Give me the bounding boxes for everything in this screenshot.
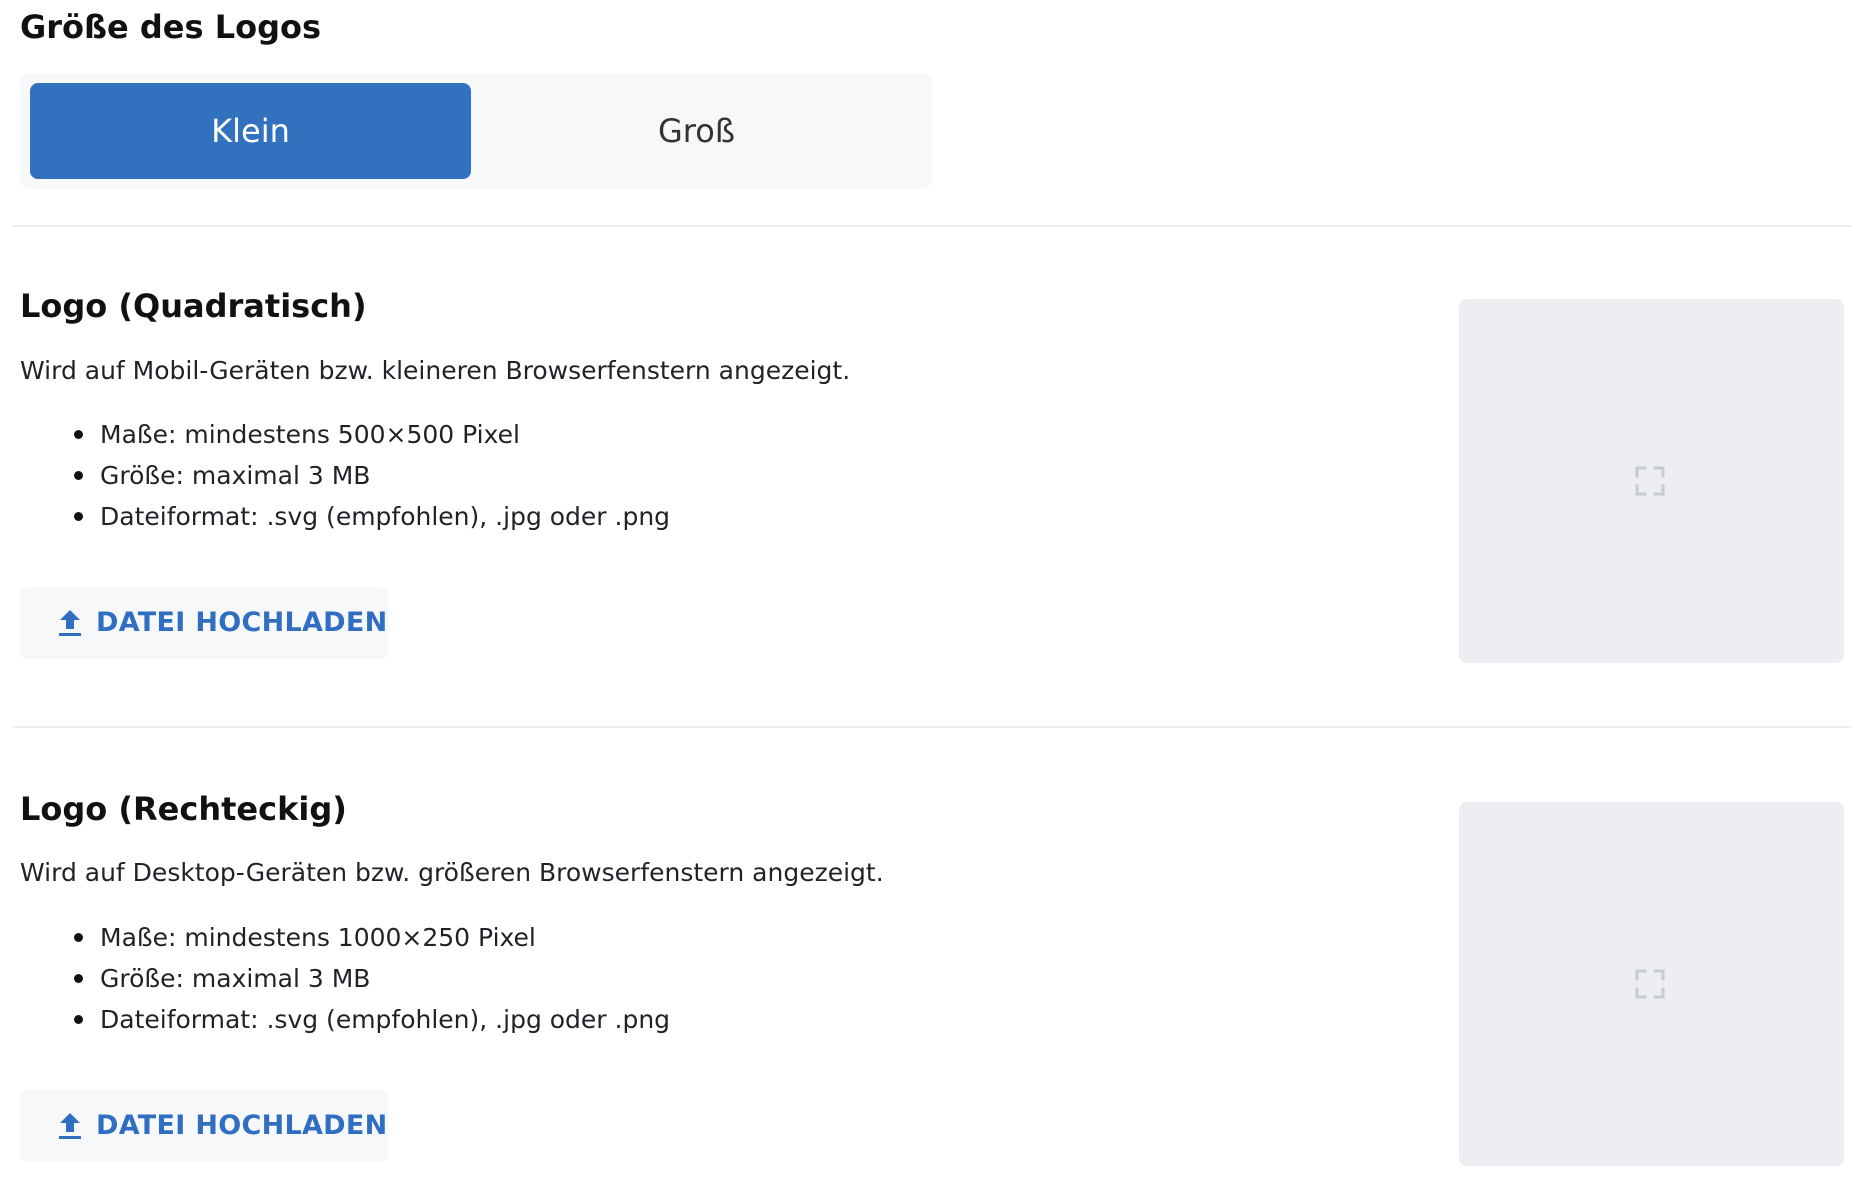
bullet-icon xyxy=(74,933,83,942)
logo-size-toggle: Klein Groß xyxy=(20,73,932,189)
spec-text: Dateiformat: .svg (empfohlen), .jpg oder… xyxy=(100,502,671,531)
rectangular-logo-title: Logo (Rechteckig) xyxy=(20,790,347,828)
section-divider xyxy=(12,225,1852,227)
spec-item: Größe: maximal 3 MB xyxy=(70,958,670,999)
rectangular-logo-description: Wird auf Desktop-Geräten bzw. größeren B… xyxy=(20,858,884,887)
bullet-icon xyxy=(74,430,83,439)
rectangular-logo-preview xyxy=(1459,802,1844,1166)
section-divider xyxy=(12,726,1852,728)
spec-item: Größe: maximal 3 MB xyxy=(70,455,670,496)
spec-text: Größe: maximal 3 MB xyxy=(100,461,371,490)
spec-text: Dateiformat: .svg (empfohlen), .jpg oder… xyxy=(100,1005,671,1034)
logo-settings-page: Größe des Logos Klein Groß Logo (Quadrat… xyxy=(0,0,1856,1190)
upload-icon xyxy=(59,1113,81,1139)
square-logo-specs: Maße: mindestens 500×500 Pixel Größe: ma… xyxy=(70,414,670,537)
logo-size-option-small[interactable]: Klein xyxy=(30,83,471,179)
spec-item: Dateiformat: .svg (empfohlen), .jpg oder… xyxy=(70,999,670,1040)
fullscreen-icon xyxy=(1635,969,1665,999)
spec-item: Maße: mindestens 1000×250 Pixel xyxy=(70,917,670,958)
logo-size-title: Größe des Logos xyxy=(20,8,321,46)
upload-button-label: DATEI HOCHLADEN xyxy=(96,607,388,638)
upload-icon xyxy=(59,610,81,636)
bullet-icon xyxy=(74,974,83,983)
bullet-icon xyxy=(74,512,83,521)
square-logo-upload-button[interactable]: DATEI HOCHLADEN xyxy=(20,587,388,659)
spec-text: Größe: maximal 3 MB xyxy=(100,964,371,993)
spec-item: Dateiformat: .svg (empfohlen), .jpg oder… xyxy=(70,496,670,537)
spec-text: Maße: mindestens 500×500 Pixel xyxy=(100,420,520,449)
fullscreen-icon xyxy=(1635,466,1665,496)
square-logo-preview xyxy=(1459,299,1844,663)
spec-text: Maße: mindestens 1000×250 Pixel xyxy=(100,923,536,952)
square-logo-title: Logo (Quadratisch) xyxy=(20,287,367,325)
upload-button-label: DATEI HOCHLADEN xyxy=(96,1110,388,1141)
bullet-icon xyxy=(74,471,83,480)
square-logo-description: Wird auf Mobil-Geräten bzw. kleineren Br… xyxy=(20,356,851,385)
rectangular-logo-specs: Maße: mindestens 1000×250 Pixel Größe: m… xyxy=(70,917,670,1040)
rectangular-logo-upload-button[interactable]: DATEI HOCHLADEN xyxy=(20,1090,388,1162)
bullet-icon xyxy=(74,1015,83,1024)
logo-size-option-large[interactable]: Groß xyxy=(471,83,922,179)
spec-item: Maße: mindestens 500×500 Pixel xyxy=(70,414,670,455)
